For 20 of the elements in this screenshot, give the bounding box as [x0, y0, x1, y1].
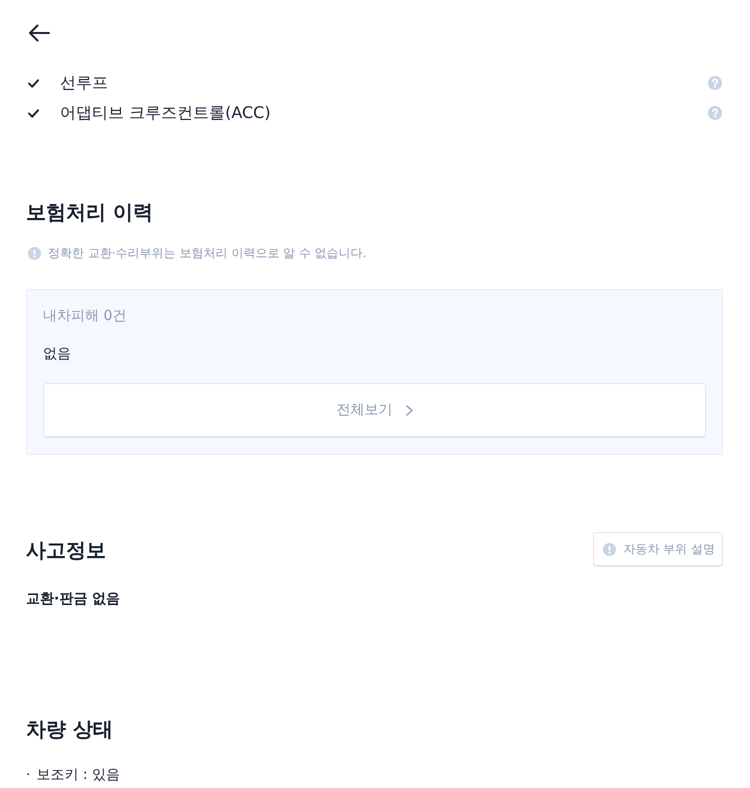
- view-all-button[interactable]: 전체보기: [43, 383, 706, 438]
- bullet-marker: ·: [26, 766, 30, 785]
- notice-text: 정확한 교환·수리부위는 보험처리 이력으로 알 수 없습니다.: [48, 245, 367, 262]
- condition-item: 보조키 : 있음: [36, 766, 120, 785]
- help-icon: [708, 106, 722, 120]
- car-parts-button[interactable]: 자동차 부위 설명: [593, 532, 723, 567]
- help-icon: [708, 76, 722, 90]
- option-label: 어댑티브 크루즈컨트롤(ACC): [60, 102, 271, 124]
- section-title: 보험처리 이력: [26, 200, 153, 224]
- back-button[interactable]: [28, 24, 50, 42]
- section-title: 사고정보: [26, 538, 106, 562]
- damage-detail: 없음: [43, 345, 71, 364]
- damage-summary: 내차피해 0건: [43, 307, 126, 326]
- info-icon: [28, 246, 41, 260]
- chevron-right-icon: [406, 404, 412, 416]
- option-label: 선루프: [60, 72, 108, 94]
- section-title: 차량 상태: [26, 717, 113, 741]
- back-arrow-icon: [28, 24, 50, 42]
- info-icon: [603, 542, 616, 556]
- accident-summary: 교환·판금 없음: [26, 590, 120, 609]
